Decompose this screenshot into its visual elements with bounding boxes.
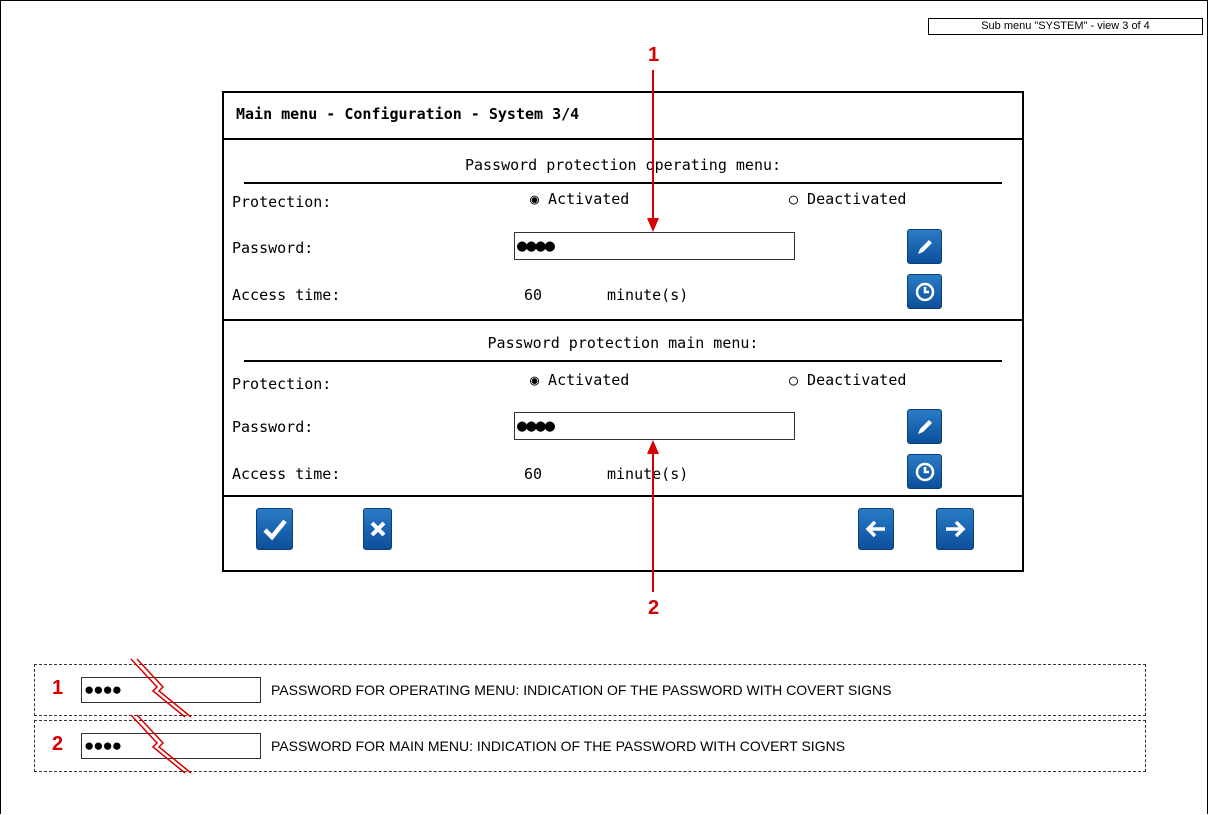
legend-number: 1 [52, 677, 64, 699]
legend-text: PASSWORD FOR MAIN MENU: INDICATION OF TH… [271, 738, 846, 754]
legend-number: 2 [52, 733, 64, 755]
legend-row-1: 1 ●●●● PASSWORD FOR OPERATING MENU: INDI… [34, 658, 1146, 718]
legend-text: PASSWORD FOR OPERATING MENU: INDICATION … [271, 682, 892, 698]
lightning-strike-icon [130, 714, 192, 774]
legend-row-2: 2 ●●●● PASSWORD FOR MAIN MENU: INDICATIO… [34, 714, 1146, 774]
